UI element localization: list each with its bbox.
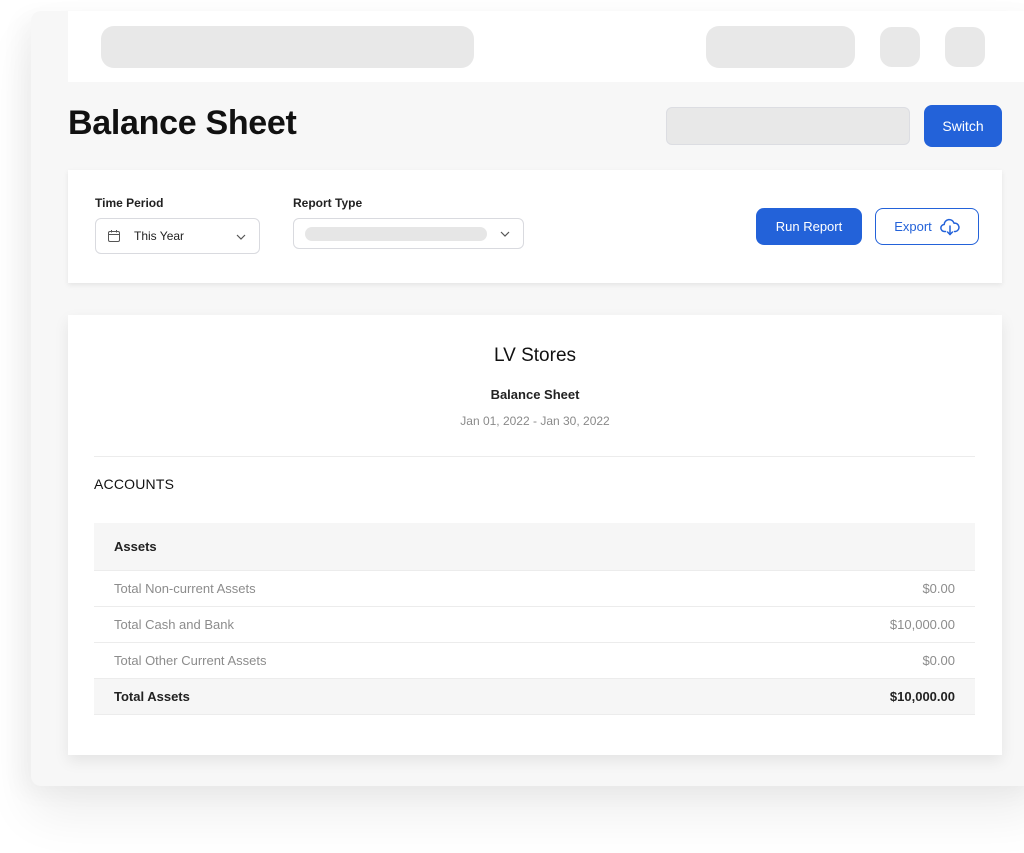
report-date-range: Jan 01, 2022 - Jan 30, 2022: [460, 414, 610, 428]
accounts-table: Assets Total Non-current Assets $0.00 To…: [94, 523, 975, 715]
search-bar-placeholder[interactable]: [101, 26, 474, 68]
row-amount: $0.00: [922, 653, 955, 668]
row-label: Total Cash and Bank: [114, 617, 234, 632]
time-period-value: This Year: [134, 229, 185, 243]
table-group-header: Assets: [94, 523, 975, 571]
page-title: Balance Sheet: [68, 104, 297, 142]
chevron-down-icon: [236, 234, 246, 240]
report-type-value-placeholder: [305, 227, 487, 241]
cloud-download-icon: [939, 218, 960, 235]
report-name: Balance Sheet: [490, 387, 580, 402]
run-report-button[interactable]: Run Report: [756, 208, 862, 245]
divider: [94, 456, 975, 457]
row-amount: $10,000.00: [889, 617, 955, 632]
nav-icon-placeholder[interactable]: [880, 27, 920, 67]
company-selector-placeholder[interactable]: [666, 107, 910, 145]
row-label: Total Non-current Assets: [114, 581, 256, 596]
chevron-down-icon: [500, 231, 510, 237]
nav-button-placeholder[interactable]: [706, 26, 855, 68]
export-button-label: Export: [894, 219, 932, 234]
section-title: ACCOUNTS: [94, 476, 175, 492]
report-filters-card: Time Period This Year Report Type Run Re…: [68, 170, 1002, 283]
report-type-label: Report Type: [293, 196, 363, 210]
row-label: Total Other Current Assets: [114, 653, 267, 668]
nav-avatar-placeholder[interactable]: [945, 27, 985, 67]
table-row: Total Non-current Assets $0.00: [94, 571, 975, 607]
calendar-icon: [108, 230, 120, 242]
total-label: Total Assets: [114, 689, 190, 704]
group-header-label: Assets: [114, 539, 157, 554]
table-row: Total Other Current Assets $0.00: [94, 643, 975, 679]
report-type-select[interactable]: [293, 218, 524, 249]
row-amount: $0.00: [922, 581, 955, 596]
time-period-select[interactable]: This Year: [95, 218, 260, 254]
company-name: LV Stores: [493, 345, 577, 366]
export-button[interactable]: Export: [875, 208, 979, 245]
top-nav-bar: [68, 11, 1024, 82]
screen: Balance Sheet Switch Time Period This Ye…: [0, 0, 1024, 853]
table-row: Total Cash and Bank $10,000.00: [94, 607, 975, 643]
table-total-row: Total Assets $10,000.00: [94, 679, 975, 715]
time-period-label: Time Period: [95, 196, 164, 210]
switch-button[interactable]: Switch: [924, 105, 1002, 147]
total-amount: $10,000.00: [889, 689, 955, 704]
report-card: LV Stores Balance Sheet Jan 01, 2022 - J…: [68, 315, 1002, 755]
